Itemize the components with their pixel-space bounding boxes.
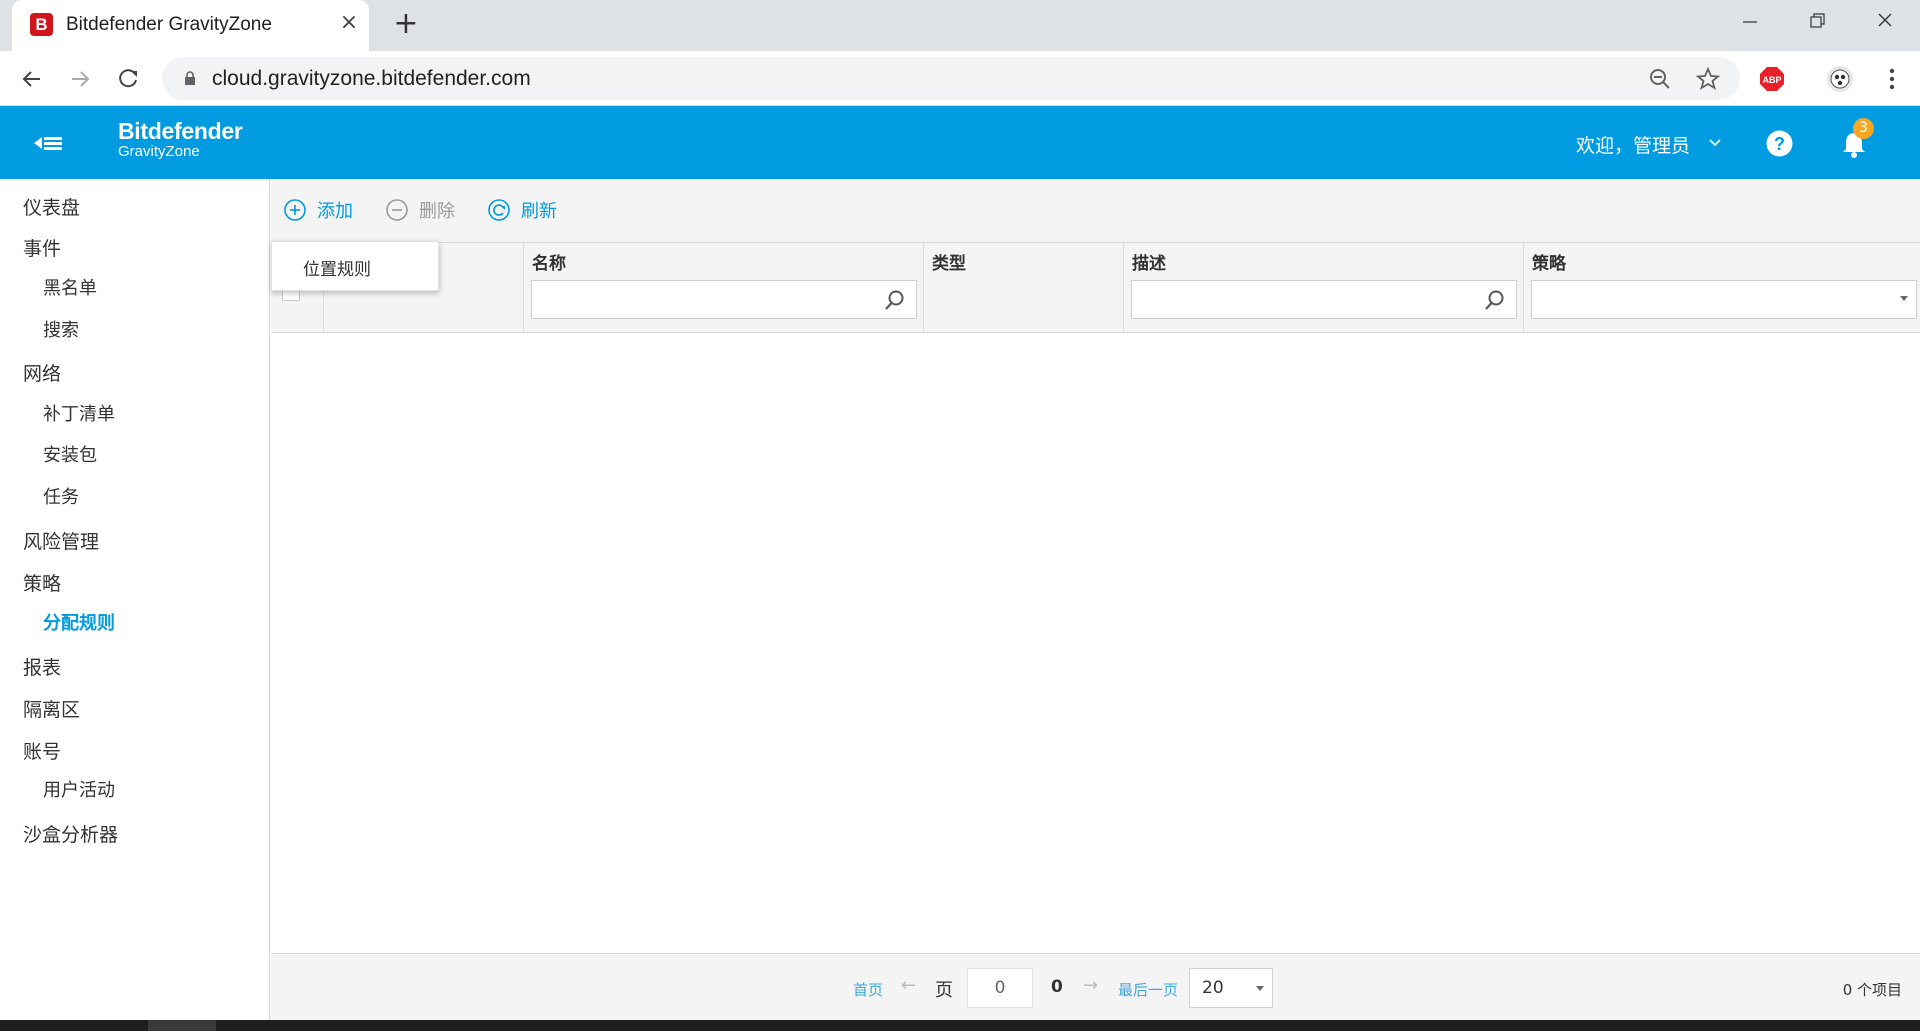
sidebar-item[interactable]: 沙盒分析器 [23, 820, 118, 847]
column-policy-label[interactable]: 策略 [1532, 249, 1566, 274]
bitdefender-favicon-icon: B [30, 13, 53, 36]
chevron-down-icon[interactable] [1706, 134, 1724, 152]
new-tab-plus-icon[interactable]: + [392, 9, 420, 39]
name-filter-input[interactable] [531, 280, 917, 319]
column-description: 描述 [1123, 243, 1523, 333]
column-name: 名称 [523, 243, 923, 333]
sidebar-item[interactable]: 隔离区 [23, 695, 80, 722]
column-description-label[interactable]: 描述 [1132, 249, 1166, 274]
page-size-select[interactable]: 20 [1189, 968, 1273, 1008]
refresh-button[interactable]: 刷新 [487, 197, 557, 223]
browser-tab[interactable]: B Bitdefender GravityZone × [12, 0, 369, 51]
sidebar: 仪表盘事件黑名单搜索网络补丁清单安装包任务风险管理策略分配规则报表隔离区账号用户… [0, 179, 270, 1031]
sidebar-item[interactable]: 网络 [23, 359, 61, 386]
svg-text:?: ? [1774, 134, 1785, 154]
sidebar-item[interactable]: 账号 [23, 737, 61, 764]
item-count: 0 个项目 [1842, 981, 1902, 999]
url-text: cloud.gravityzone.bitdefender.com [212, 67, 531, 90]
pagination-bar: 首页 ← 页 0 0 → 最后一页 20 0 个项目 [271, 955, 1920, 1022]
sidebar-item[interactable]: 策略 [23, 569, 61, 596]
sidebar-item[interactable]: 补丁清单 [43, 400, 115, 426]
description-filter-input[interactable] [1131, 280, 1517, 319]
dropdown-arrow-icon [1900, 296, 1908, 301]
column-policy: 策略 [1523, 243, 1920, 333]
help-question-icon[interactable]: ? [1766, 130, 1793, 157]
policy-filter-select[interactable] [1531, 280, 1917, 319]
collapse-menu-icon[interactable] [34, 133, 62, 153]
profile-avatar-icon[interactable] [1826, 65, 1854, 93]
refresh-label: 刷新 [521, 201, 557, 222]
window-minimize-icon[interactable] [1729, 8, 1769, 36]
dropdown-arrow-icon [1256, 986, 1264, 991]
sidebar-item[interactable]: 黑名单 [43, 274, 97, 300]
sidebar-item[interactable]: 搜索 [43, 316, 79, 342]
plus-circle-icon [284, 199, 306, 221]
add-button[interactable]: 添加 [283, 197, 353, 223]
sidebar-item[interactable]: 风险管理 [23, 527, 99, 554]
welcome-user[interactable]: 欢迎，管理员 [1576, 131, 1690, 158]
taskbar-active-item[interactable] [148, 1020, 216, 1031]
next-page-arrow[interactable]: → [1083, 975, 1098, 996]
add-label: 添加 [317, 201, 353, 222]
address-bar[interactable]: cloud.gravityzone.bitdefender.com [162, 57, 1740, 100]
grid-body [271, 333, 1920, 954]
search-icon[interactable] [1484, 289, 1506, 311]
page-number-input[interactable]: 0 [967, 968, 1033, 1008]
window-restore-icon[interactable] [1797, 8, 1837, 36]
column-type-label[interactable]: 类型 [932, 249, 966, 274]
total-pages: 0 [1051, 977, 1063, 997]
brand-logo[interactable]: Bitdefender GravityZone [118, 118, 243, 160]
search-icon[interactable] [884, 289, 906, 311]
notification-count-badge: 3 [1853, 118, 1874, 139]
svg-text:ABP: ABP [1762, 75, 1781, 85]
bookmark-star-icon[interactable] [1696, 67, 1720, 91]
last-page-link[interactable]: 最后一页 [1118, 979, 1178, 1000]
tab-close-icon[interactable]: × [338, 12, 360, 34]
window-close-icon[interactable] [1865, 8, 1905, 36]
reload-icon[interactable] [114, 65, 142, 93]
refresh-circle-icon [488, 199, 510, 221]
grid-header: 名称 类型 描述 策略 [271, 242, 1920, 333]
prev-page-arrow[interactable]: ← [901, 975, 916, 996]
browser-toolbar: cloud.gravityzone.bitdefender.com ABP [0, 51, 1920, 106]
menu-item-location-rule[interactable]: 位置规则 [303, 255, 371, 280]
brand-product: GravityZone [118, 143, 200, 160]
forward-arrow-icon[interactable] [66, 65, 94, 93]
column-name-label[interactable]: 名称 [532, 249, 566, 274]
sidebar-item[interactable]: 任务 [43, 483, 79, 509]
page-size-value: 20 [1202, 978, 1224, 998]
minus-circle-icon [386, 199, 408, 221]
browser-menu-kebab-icon[interactable] [1878, 65, 1906, 93]
zoom-out-icon[interactable] [1648, 67, 1672, 91]
back-arrow-icon[interactable] [18, 65, 46, 93]
tab-title: Bitdefender GravityZone [66, 14, 272, 35]
sidebar-item[interactable]: 仪表盘 [23, 193, 80, 220]
delete-button[interactable]: 删除 [385, 197, 455, 223]
sidebar-item[interactable]: 事件 [23, 234, 61, 261]
add-menu-popup: 位置规则 [271, 241, 439, 291]
os-taskbar [0, 1020, 1920, 1031]
sidebar-item[interactable]: 安装包 [43, 441, 97, 467]
first-page-link[interactable]: 首页 [853, 979, 883, 1000]
column-type: 类型 [923, 243, 1123, 333]
lock-icon [185, 71, 195, 85]
delete-label: 删除 [419, 201, 455, 222]
sidebar-item[interactable]: 分配规则 [43, 609, 115, 635]
adblock-plus-icon[interactable]: ABP [1758, 65, 1786, 93]
brand-name: Bitdefender [118, 118, 243, 144]
action-toolbar: 添加 删除 刷新 [271, 179, 1920, 242]
sidebar-item[interactable]: 报表 [23, 653, 61, 680]
page-label: 页 [935, 980, 953, 1001]
sidebar-item[interactable]: 用户活动 [43, 776, 115, 802]
app-header: Bitdefender GravityZone 欢迎，管理员 ? 3 [0, 106, 1920, 179]
browser-tab-strip: B Bitdefender GravityZone × + [0, 0, 1920, 51]
